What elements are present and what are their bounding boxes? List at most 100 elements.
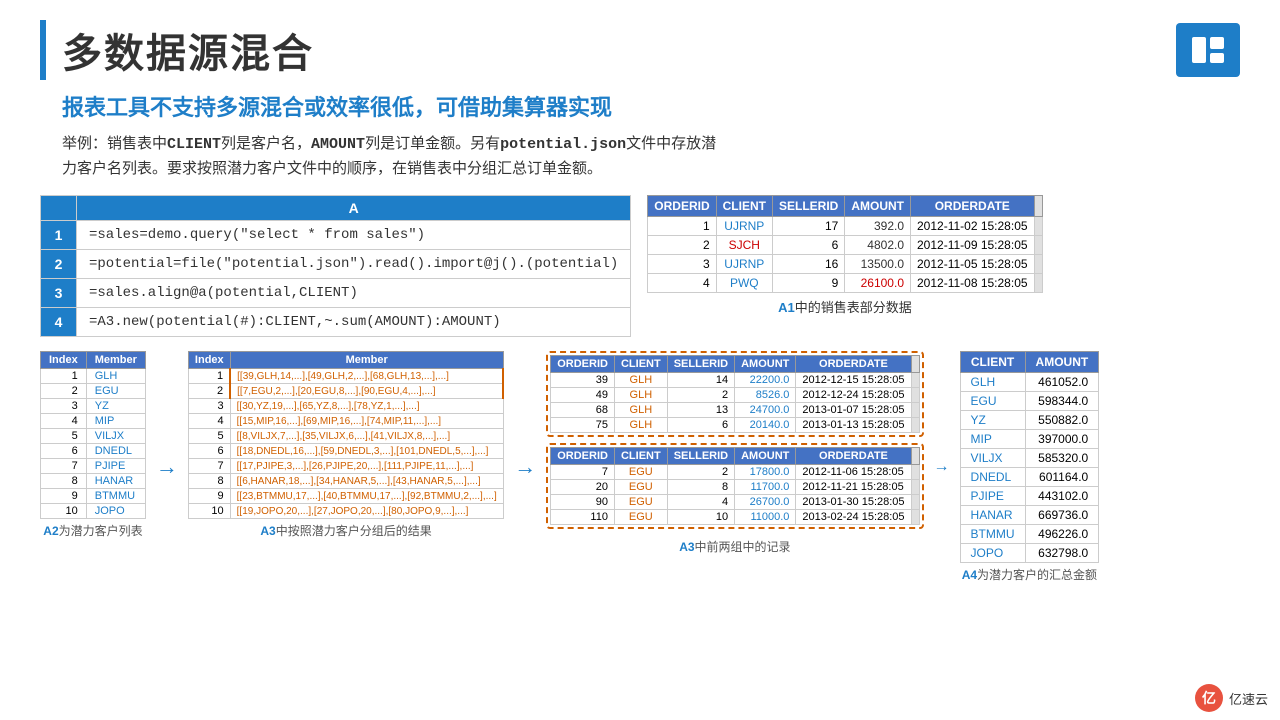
a3-group1-box: ORDERIDCLIENTSELLERIDAMOUNTORDERDATE 39 … xyxy=(546,351,923,437)
a4-caption-text: 为潜力客户的汇总金额 xyxy=(977,568,1097,582)
arrow-3: → xyxy=(934,458,950,476)
table-row: BTMMU 496226.0 xyxy=(960,525,1099,544)
rec-orderid: 110 xyxy=(551,510,615,525)
a3-member: [[39,GLH,14,...],[49,GLH,2,...],[68,GLH,… xyxy=(230,369,503,384)
sales-amount: 13500.0 xyxy=(845,255,911,274)
a4-client: VILJX xyxy=(960,449,1025,468)
rec-sellerid: 8 xyxy=(667,480,734,495)
formula-cell: =sales.align@a(potential,CLIENT) xyxy=(77,279,631,308)
potential-member: DNEDL xyxy=(86,444,145,459)
sales-col-orderdate: ORDERDATE xyxy=(911,196,1035,217)
potential-caption-text: 为潜力客户列表 xyxy=(59,524,143,538)
scrollbar-cell xyxy=(1034,236,1042,255)
list-item: 3 [[30,YZ,19,...],[65,YZ,8,...],[78,YZ,1… xyxy=(188,399,503,414)
a3-index: 6 xyxy=(188,444,230,459)
rec-amount: 11000.0 xyxy=(735,510,796,525)
a4-caption-blue: A4 xyxy=(962,568,977,582)
formula-row: 3 =sales.align@a(potential,CLIENT) xyxy=(41,279,631,308)
list-item: 5 [[8,VILJX,7,...],[35,VILJX,6,...],[41,… xyxy=(188,429,503,444)
record-col: SELLERID xyxy=(667,448,734,465)
potential-index: 10 xyxy=(41,504,87,519)
list-item: 8 HANAR xyxy=(41,474,146,489)
a4-client: BTMMU xyxy=(960,525,1025,544)
rec-sellerid: 10 xyxy=(667,510,734,525)
rec-orderid: 49 xyxy=(551,388,615,403)
sales-row: 3 UJRNP 16 13500.0 2012-11-05 15:28:05 xyxy=(648,255,1042,274)
list-item: 4 MIP xyxy=(41,414,146,429)
page-title: 多数据源混合 xyxy=(62,21,314,79)
slide: 多数据源混合 报表工具不支持多源混合或效率很低，可借助集算器实现 举例：销售表中… xyxy=(0,0,1280,720)
a3-grouped-caption-text: 中按照潜力客户分组后的结果 xyxy=(276,524,432,538)
sales-amount: 4802.0 xyxy=(845,236,911,255)
a3-index: 8 xyxy=(188,474,230,489)
a3-member: [[19,JOPO,20,...],[27,JOPO,20,...],[80,J… xyxy=(230,504,503,519)
a3-index: 2 xyxy=(188,384,230,399)
a3-group2-box: ORDERIDCLIENTSELLERIDAMOUNTORDERDATE 7 E… xyxy=(546,443,923,529)
a3-grouped-table: Index Member 1 [[39,GLH,14,...],[49,GLH,… xyxy=(188,351,504,519)
a4-amount: 461052.0 xyxy=(1025,373,1099,392)
rec-amount: 17800.0 xyxy=(735,465,796,480)
a4-client: JOPO xyxy=(960,544,1025,563)
list-item: 4 [[15,MIP,16,...],[69,MIP,16,...],[74,M… xyxy=(188,414,503,429)
a3-member: [[7,EGU,2,...],[20,EGU,8,...],[90,EGU,4,… xyxy=(230,384,503,399)
scrollbar-cell xyxy=(911,403,919,418)
list-item: 1 [[39,GLH,14,...],[49,GLH,2,...],[68,GL… xyxy=(188,369,503,384)
potential-member: VILJX xyxy=(86,429,145,444)
brand-logo: 亿 xyxy=(1195,684,1223,712)
arrow-2: → xyxy=(514,454,536,480)
potential-section: Index Member 1 GLH 2 EGU 3 YZ 4 MIP 5 VI… xyxy=(40,351,146,539)
rec-client: EGU xyxy=(614,480,667,495)
a4-amount: 632798.0 xyxy=(1025,544,1099,563)
a4-col-amount: AMOUNT xyxy=(1025,352,1099,373)
a3-member: [[15,MIP,16,...],[69,MIP,16,...],[74,MIP… xyxy=(230,414,503,429)
potential-index: 5 xyxy=(41,429,87,444)
sales-caption-text: 中的销售表部分数据 xyxy=(795,300,912,315)
sales-orderdate: 2012-11-05 15:28:05 xyxy=(911,255,1035,274)
rec-orderid: 90 xyxy=(551,495,615,510)
sales-col-orderid: ORDERID xyxy=(648,196,716,217)
rec-orderdate: 2013-01-13 15:28:05 xyxy=(796,418,911,433)
potential-caption: A2为潜力客户列表 xyxy=(40,522,146,539)
formula-cell: =A3.new(potential(#):CLIENT,~.sum(AMOUNT… xyxy=(77,308,631,337)
table-row: 110 EGU 10 11000.0 2013-02-24 15:28:05 xyxy=(551,510,919,525)
formula-row-num: 1 xyxy=(41,221,77,250)
sales-orderid: 2 xyxy=(648,236,716,255)
list-item: 6 [[18,DNEDL,16,...],[59,DNEDL,3,...],[1… xyxy=(188,444,503,459)
formula-row: 4 =A3.new(potential(#):CLIENT,~.sum(AMOU… xyxy=(41,308,631,337)
scrollbar-cell xyxy=(1034,217,1042,236)
scrollbar-cell xyxy=(911,373,919,388)
a4-table: CLIENT AMOUNT GLH 461052.0 EGU 598344.0 … xyxy=(960,351,1100,563)
potential-index: 4 xyxy=(41,414,87,429)
scrollbar-cell xyxy=(1034,274,1042,293)
potential-member: YZ xyxy=(86,399,145,414)
scrollbar-cell xyxy=(911,495,919,510)
scrollbar-cell xyxy=(1034,255,1042,274)
rec-orderid: 39 xyxy=(551,373,615,388)
a4-col-client: CLIENT xyxy=(960,352,1025,373)
rec-sellerid: 2 xyxy=(667,388,734,403)
table-row: DNEDL 601164.0 xyxy=(960,468,1099,487)
rec-orderid: 75 xyxy=(551,418,615,433)
description: 举例：销售表中CLIENT列是客户名，AMOUNT列是订单金额。另有potent… xyxy=(62,132,1240,181)
sales-orderid: 3 xyxy=(648,255,716,274)
potential-index: 9 xyxy=(41,489,87,504)
a4-amount: 443102.0 xyxy=(1025,487,1099,506)
sales-caption: A1中的销售表部分数据 xyxy=(647,297,1042,316)
a3-member: [[30,YZ,19,...],[65,YZ,8,...],[78,YZ,1,.… xyxy=(230,399,503,414)
rec-orderdate: 2013-01-07 15:28:05 xyxy=(796,403,911,418)
sales-sellerid: 9 xyxy=(772,274,844,293)
potential-index: 1 xyxy=(41,369,87,384)
a4-amount: 397000.0 xyxy=(1025,430,1099,449)
a4-amount: 585320.0 xyxy=(1025,449,1099,468)
top-content: A 1 =sales=demo.query("select * from sal… xyxy=(40,195,1240,337)
sales-col-client: CLIENT xyxy=(716,196,772,217)
rec-orderid: 7 xyxy=(551,465,615,480)
arrow-1: → xyxy=(156,454,178,480)
formula-row-num: 3 xyxy=(41,279,77,308)
sales-section: ORDERIDCLIENTSELLERIDAMOUNTORDERDATE 1 U… xyxy=(647,195,1042,316)
a3-index: 10 xyxy=(188,504,230,519)
rec-sellerid: 13 xyxy=(667,403,734,418)
rec-amount: 8526.0 xyxy=(735,388,796,403)
table-row: 20 EGU 8 11700.0 2012-11-21 15:28:05 xyxy=(551,480,919,495)
table-row: 68 GLH 13 24700.0 2013-01-07 15:28:05 xyxy=(551,403,919,418)
